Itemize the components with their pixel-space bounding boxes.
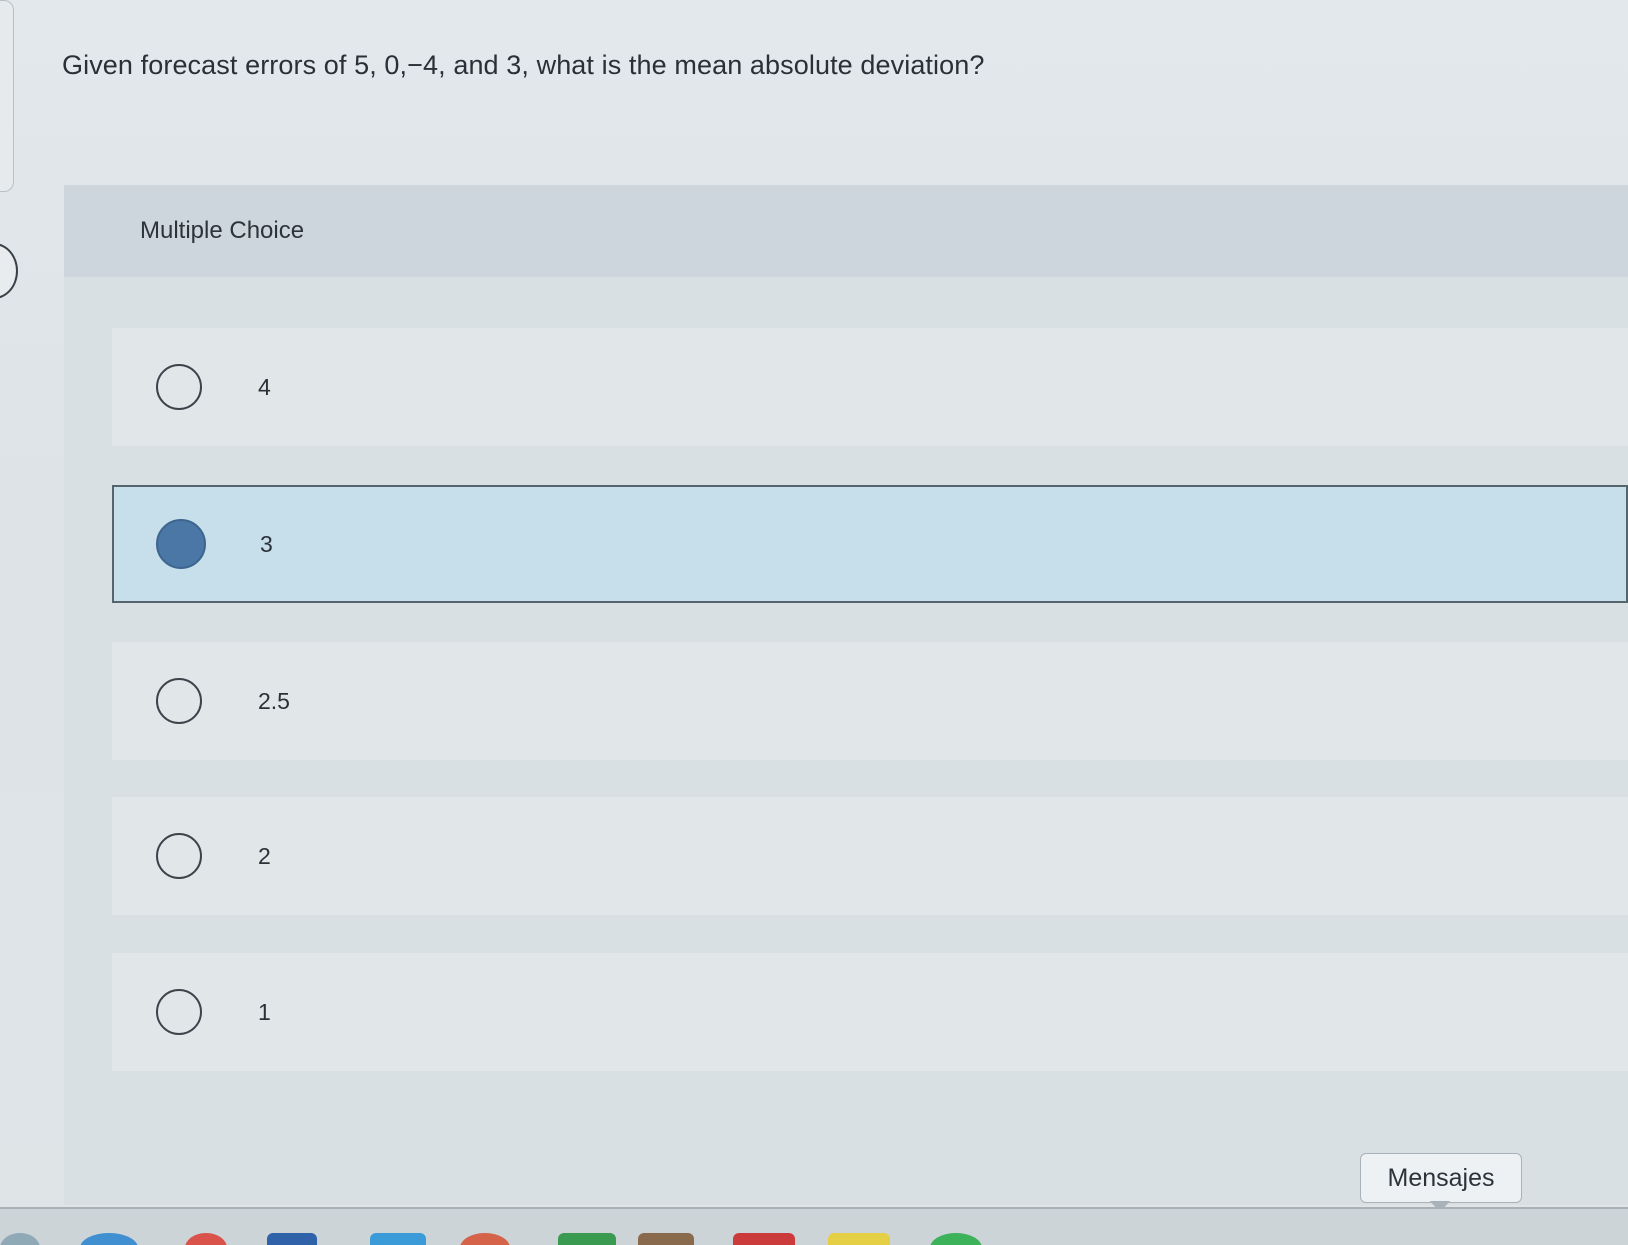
taskbar-dock (0, 1209, 1628, 1245)
app-icon[interactable] (185, 1233, 227, 1245)
messages-button[interactable]: Mensajes (1360, 1153, 1522, 1203)
multiple-choice-panel: Multiple Choice 4 3 2.5 2 1 (64, 185, 1628, 1205)
answer-value: 3 (260, 531, 273, 557)
app-icon[interactable] (80, 1233, 138, 1245)
answer-option-3[interactable]: 2.5 (112, 642, 1628, 760)
choice-header: Multiple Choice (64, 185, 1628, 277)
answer-value: 2.5 (258, 688, 290, 714)
radio-button[interactable] (156, 364, 202, 410)
app-icon[interactable] (267, 1233, 317, 1245)
answer-option-4[interactable]: 2 (112, 797, 1628, 915)
app-icon[interactable] (638, 1233, 694, 1245)
side-toggle-button[interactable] (0, 243, 18, 299)
choice-type-label: Multiple Choice (140, 217, 305, 244)
app-icon[interactable] (930, 1233, 982, 1245)
app-icon[interactable] (370, 1233, 426, 1245)
answer-option-5[interactable]: 1 (112, 953, 1628, 1071)
radio-button[interactable] (156, 833, 202, 879)
app-icon[interactable] (558, 1233, 616, 1245)
radio-button[interactable] (156, 989, 202, 1035)
answer-option-2[interactable]: 3 (112, 485, 1628, 603)
answer-value: 4 (258, 374, 271, 400)
answer-value: 1 (258, 999, 271, 1025)
answer-option-1[interactable]: 4 (112, 328, 1628, 446)
radio-button[interactable] (156, 678, 202, 724)
radio-button-selected[interactable] (156, 519, 206, 569)
side-panel-edge (0, 0, 14, 192)
app-icon[interactable] (733, 1233, 795, 1245)
app-icon[interactable] (460, 1233, 510, 1245)
answer-value: 2 (258, 843, 271, 869)
app-icon[interactable] (0, 1233, 40, 1245)
question-prompt: Given forecast errors of 5, 0,−4, and 3,… (62, 50, 985, 80)
app-icon[interactable] (828, 1233, 890, 1245)
